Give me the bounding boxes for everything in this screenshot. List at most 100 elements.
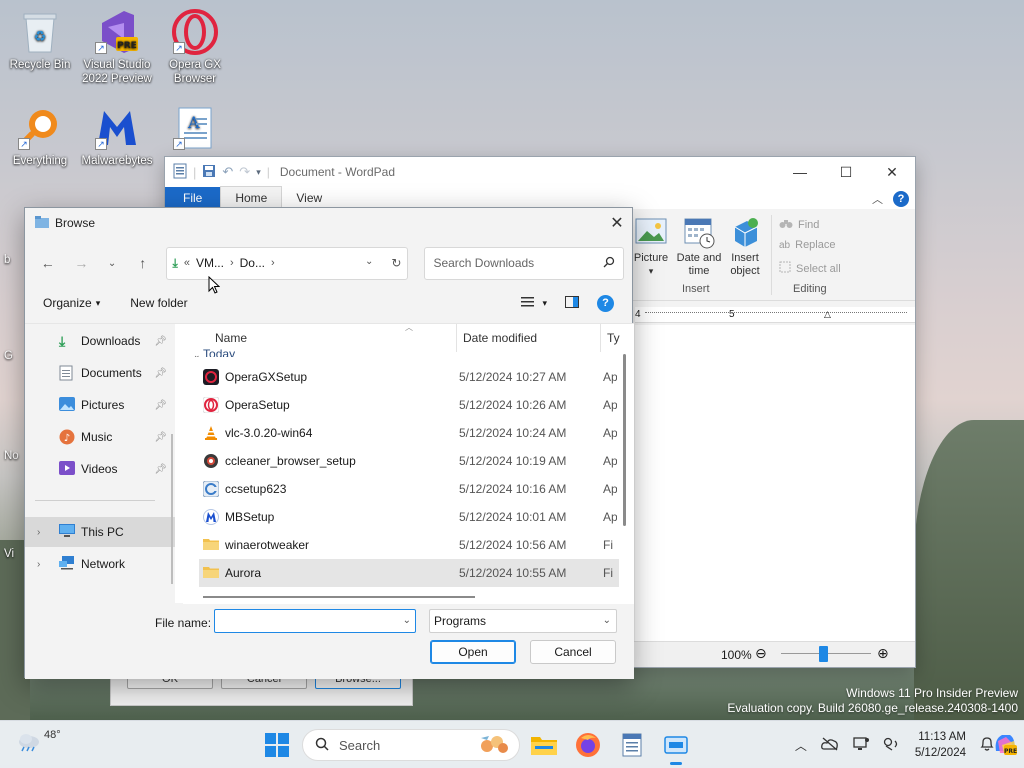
group-header-today[interactable]: ⌄ Today <box>193 347 235 357</box>
search-label: Search <box>339 737 381 753</box>
navigation-pane: ⤓ Downloads 📌︎ Documents 📌︎ Pictures 📌︎ <box>25 324 175 604</box>
nav-item-music[interactable]: ♪ Music 📌︎ <box>25 422 175 452</box>
file-explorer-taskbar-icon[interactable] <box>530 731 558 759</box>
onedrive-off-icon[interactable] <box>820 737 839 754</box>
column-header-date[interactable]: Date modified <box>463 331 537 345</box>
file-row[interactable]: winaerotweaker 5/12/2024 10:56 AM Fi <box>199 531 619 559</box>
zoom-in-icon[interactable]: ⊕ <box>877 645 889 662</box>
clock[interactable]: 11:13 AM 5/12/2024 <box>915 729 966 761</box>
desktop-icon-malwarebytes[interactable]: ↗ Malwarebytes <box>77 104 157 168</box>
search-input[interactable]: Search Downloads <box>424 246 625 280</box>
nav-item-documents[interactable]: Documents 📌︎ <box>25 358 175 388</box>
redo-icon[interactable]: ↷ <box>239 164 250 180</box>
taskbar-search[interactable]: Search <box>302 729 520 761</box>
pin-icon[interactable]: 📌︎ <box>154 464 167 475</box>
zoom-out-icon[interactable]: ⊖ <box>755 645 767 662</box>
address-overflow[interactable]: « <box>184 257 190 269</box>
expand-chevron-icon[interactable]: › <box>37 527 40 538</box>
forward-arrow-icon[interactable]: → <box>67 248 97 278</box>
file-row[interactable]: OperaGXSetup 5/12/2024 10:27 AM Ap <box>199 363 619 391</box>
firefox-taskbar-icon[interactable] <box>574 731 602 759</box>
open-button[interactable]: Open <box>430 640 516 664</box>
desktop-icon-everything[interactable]: ↗ Everything <box>0 104 80 168</box>
customize-toolbar-icon[interactable]: ▾ <box>256 167 261 178</box>
pin-icon[interactable]: 📌︎ <box>154 432 167 443</box>
copilot-icon[interactable]: PRE <box>992 731 1018 760</box>
insert-date-time-button[interactable]: Date and time <box>675 217 723 278</box>
desktop-icon-opera-gx[interactable]: ↗ Opera GX Browser <box>155 8 235 86</box>
column-divider[interactable] <box>456 324 457 352</box>
file-type-select[interactable]: Programs ⌄ <box>429 609 617 633</box>
minimize-button[interactable]: — <box>777 157 823 187</box>
desktop-icon-wordpad[interactable]: A ↗ <box>155 104 235 154</box>
select-all-button[interactable]: Select all <box>779 261 841 276</box>
desktop-icon-visual-studio[interactable]: PRE ↗ Visual Studio 2022 Preview <box>77 8 157 86</box>
chevron-down-icon[interactable]: ⌄ <box>403 615 411 626</box>
breadcrumb-chevron-icon[interactable]: › <box>271 257 275 269</box>
tab-view[interactable]: View <box>282 187 336 209</box>
collapse-ribbon-icon[interactable]: ︿ <box>872 191 883 207</box>
address-bar[interactable]: ⤓ « VM... › Do... › ⌄ ↻ <box>165 246 409 280</box>
active-app-taskbar-icon[interactable] <box>662 731 690 765</box>
indent-marker-icon[interactable]: △ <box>824 309 831 320</box>
recent-locations-chevron-icon[interactable]: ⌄ <box>100 248 124 278</box>
nav-item-this-pc[interactable]: › This PC <box>25 517 175 547</box>
pin-icon[interactable]: 📌︎ <box>154 368 167 379</box>
show-hidden-icons-chevron-icon[interactable]: ︿ <box>795 737 807 754</box>
preview-pane-icon[interactable] <box>565 295 579 311</box>
nav-item-videos[interactable]: Videos 📌︎ <box>25 454 175 484</box>
file-row[interactable]: vlc-3.0.20-win64 5/12/2024 10:24 AM Ap <box>199 419 619 447</box>
file-list-horizontal-scrollbar[interactable] <box>203 596 475 598</box>
tab-file[interactable]: File <box>165 187 221 209</box>
file-name-input[interactable]: ⌄ <box>214 609 416 633</box>
breadcrumb-chevron-icon[interactable]: › <box>230 257 234 269</box>
file-row[interactable]: OperaSetup 5/12/2024 10:26 AM Ap <box>199 391 619 419</box>
up-arrow-icon[interactable]: ↑ <box>128 248 158 278</box>
display-icon[interactable] <box>853 736 869 754</box>
tab-home[interactable]: Home <box>220 186 283 209</box>
weather-widget[interactable]: 48° <box>16 729 61 756</box>
insert-picture-button[interactable]: Picture ▾ <box>631 217 671 278</box>
pin-icon[interactable]: 📌︎ <box>154 400 167 411</box>
maximize-button[interactable]: ☐ <box>823 157 869 187</box>
file-list-vertical-scrollbar[interactable] <box>623 354 626 526</box>
network-volume-icon[interactable] <box>883 737 901 754</box>
nav-item-downloads[interactable]: ⤓ Downloads 📌︎ <box>25 326 175 356</box>
start-button[interactable] <box>265 733 289 757</box>
desktop-icon-recycle-bin[interactable]: ♻ Recycle Bin <box>0 8 80 72</box>
find-button[interactable]: Find <box>779 217 819 232</box>
wordpad-taskbar-icon[interactable] <box>618 731 646 759</box>
nav-item-pictures[interactable]: Pictures 📌︎ <box>25 390 175 420</box>
back-arrow-icon[interactable]: ← <box>33 248 63 278</box>
undo-icon[interactable]: ↶ <box>222 164 233 180</box>
save-icon[interactable] <box>202 164 216 181</box>
cancel-button[interactable]: Cancel <box>530 640 616 664</box>
close-button[interactable]: ✕ <box>869 157 915 187</box>
file-row-selected[interactable]: Aurora 5/12/2024 10:55 AM Fi <box>199 559 619 587</box>
expand-chevron-icon[interactable]: › <box>37 559 40 570</box>
ruler[interactable]: 4 5 △ <box>635 307 915 323</box>
help-icon[interactable]: ? <box>597 294 614 312</box>
replace-button[interactable]: ab Replace <box>779 239 835 251</box>
nav-scrollbar[interactable] <box>171 434 173 584</box>
pin-icon[interactable]: 📌︎ <box>154 336 167 347</box>
address-dropdown-icon[interactable]: ⌄ <box>365 256 373 270</box>
column-header-name[interactable]: Name <box>215 331 247 345</box>
insert-object-button[interactable]: Insert object <box>723 217 767 278</box>
new-folder-button[interactable]: New folder <box>130 296 187 310</box>
help-icon[interactable]: ? <box>893 191 909 207</box>
column-divider[interactable] <box>600 324 601 352</box>
file-row[interactable]: ccsetup623 5/12/2024 10:16 AM Ap <box>199 475 619 503</box>
refresh-icon[interactable]: ↻ <box>391 256 401 270</box>
close-button[interactable]: ✕ <box>602 208 632 238</box>
nav-item-network[interactable]: › Network <box>25 549 175 579</box>
zoom-slider-thumb[interactable] <box>819 646 828 662</box>
view-options-button[interactable]: ▾ <box>521 296 547 310</box>
organize-button[interactable]: Organize ▾ <box>43 296 100 310</box>
breadcrumb-segment[interactable]: VM... <box>196 256 224 270</box>
breadcrumb-segment[interactable]: Do... <box>240 256 265 270</box>
file-row[interactable]: ccleaner_browser_setup 5/12/2024 10:19 A… <box>199 447 619 475</box>
document-area[interactable] <box>635 325 915 641</box>
file-row[interactable]: MBSetup 5/12/2024 10:01 AM Ap <box>199 503 619 531</box>
column-header-type[interactable]: Ty <box>607 331 620 345</box>
